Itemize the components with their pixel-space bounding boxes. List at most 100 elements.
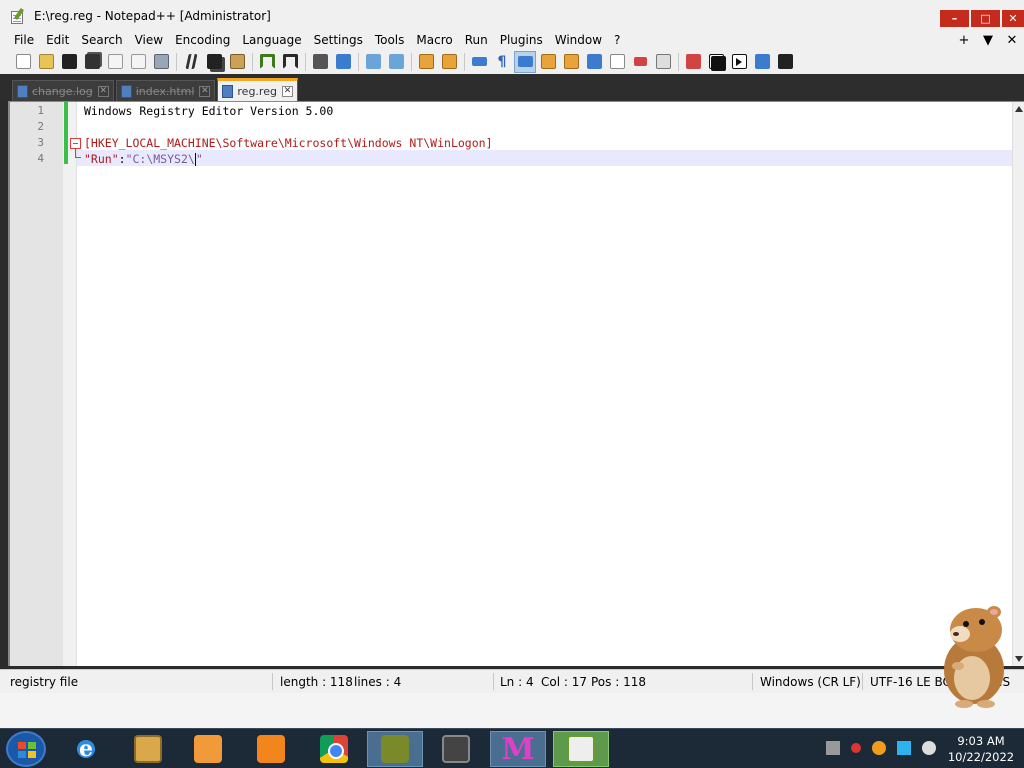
status-lines: lines : 4: [354, 675, 402, 689]
status-eol[interactable]: Windows (CR LF): [760, 675, 861, 689]
notepad-plus-plus-taskbar-icon[interactable]: [553, 731, 609, 767]
monitoring-icon[interactable]: [629, 51, 651, 73]
stop-recording-icon[interactable]: [705, 51, 727, 73]
file-icon: [17, 84, 28, 98]
eye-icon[interactable]: [652, 51, 674, 73]
tab-change-log[interactable]: change.log ✕: [12, 80, 114, 101]
menu-tools[interactable]: Tools: [369, 31, 411, 49]
document-tab-bar: change.log ✕ index.html ✕ reg.reg ✕: [0, 74, 1024, 101]
show-all-characters-icon[interactable]: ¶: [491, 51, 513, 73]
close-icon[interactable]: [104, 51, 126, 73]
registry-separator: :: [118, 152, 126, 166]
menu-help[interactable]: ?: [608, 31, 626, 49]
save-all-icon[interactable]: [81, 51, 103, 73]
window-title: E:\reg.reg - Notepad++ [Administrator]: [34, 8, 271, 23]
maximize-button[interactable]: □: [971, 10, 1000, 27]
document-map-icon[interactable]: [560, 51, 582, 73]
tab-close-icon[interactable]: ✕: [97, 85, 109, 97]
sync-horizontal-icon[interactable]: [438, 51, 460, 73]
new-tab-button[interactable]: +: [952, 33, 976, 48]
redo-icon[interactable]: [279, 51, 301, 73]
google-chrome-icon[interactable]: [306, 731, 362, 767]
close-window-button[interactable]: ✕: [1002, 10, 1024, 27]
tab-list-dropdown[interactable]: ▼: [976, 33, 1000, 48]
zoom-in-icon[interactable]: [362, 51, 384, 73]
menu-macro[interactable]: Macro: [410, 31, 458, 49]
tray-display-icon[interactable]: [897, 741, 911, 755]
menu-plugins[interactable]: Plugins: [494, 31, 549, 49]
scroll-down-arrow[interactable]: [1015, 656, 1023, 662]
hamster-mascot-icon: [944, 606, 1004, 708]
close-all-icon[interactable]: [127, 51, 149, 73]
tray-network-icon[interactable]: [826, 741, 840, 755]
user-language-icon[interactable]: [537, 51, 559, 73]
tray-security-icon[interactable]: [851, 743, 861, 753]
taskbar: e M 9:03 AM 10/22/2022: [0, 728, 1024, 768]
tab-index-html[interactable]: index.html ✕: [115, 80, 216, 101]
tab-close-icon[interactable]: ✕: [199, 85, 211, 97]
cut-icon[interactable]: [180, 51, 202, 73]
save-icon[interactable]: [58, 51, 80, 73]
menu-view[interactable]: View: [129, 31, 169, 49]
toolbar-separator: [252, 52, 253, 71]
fold-collapse-icon[interactable]: [70, 138, 81, 149]
new-file-icon[interactable]: [12, 51, 34, 73]
taskbar-clock[interactable]: 9:03 AM 10/22/2022: [946, 733, 1016, 765]
playback-macro-icon[interactable]: [728, 51, 750, 73]
replace-icon[interactable]: [332, 51, 354, 73]
media-player-icon[interactable]: [180, 731, 236, 767]
file-explorer-icon[interactable]: [120, 731, 176, 767]
uc-browser-icon[interactable]: [243, 731, 299, 767]
close-document-button[interactable]: ✕: [1000, 33, 1024, 48]
line-number: 1: [37, 104, 44, 117]
menu-bar: File Edit Search View Encoding Language …: [0, 31, 1024, 49]
toolbar-separator: [464, 52, 465, 71]
save-macro-icon[interactable]: [774, 51, 796, 73]
record-macro-icon[interactable]: [682, 51, 704, 73]
m-app-icon[interactable]: M: [490, 731, 546, 767]
toolbar-separator: [176, 52, 177, 71]
open-file-icon[interactable]: [35, 51, 57, 73]
word-wrap-icon[interactable]: [468, 51, 490, 73]
tab-close-icon[interactable]: ✕: [281, 85, 293, 97]
menu-settings[interactable]: Settings: [308, 31, 369, 49]
toolbar-separator: [678, 52, 679, 71]
tray-search-icon[interactable]: [872, 741, 886, 755]
menu-run[interactable]: Run: [459, 31, 494, 49]
menu-edit[interactable]: Edit: [40, 31, 75, 49]
scroll-up-arrow[interactable]: [1015, 106, 1023, 112]
internet-explorer-icon[interactable]: e: [58, 731, 114, 767]
box-app-icon[interactable]: [367, 731, 423, 767]
find-icon[interactable]: [309, 51, 331, 73]
tab-reg-reg[interactable]: reg.reg ✕: [217, 78, 298, 101]
menu-file[interactable]: File: [0, 31, 40, 49]
code-line-3: [HKEY_LOCAL_MACHINE\Software\Microsoft\W…: [84, 136, 493, 150]
tray-volume-icon[interactable]: [922, 741, 936, 755]
menu-search[interactable]: Search: [75, 31, 128, 49]
paste-icon[interactable]: [226, 51, 248, 73]
menu-language[interactable]: Language: [236, 31, 307, 49]
editor-area[interactable]: 1 2 3 4 Windows Registry Editor Version …: [8, 101, 1024, 666]
function-list-icon[interactable]: [583, 51, 605, 73]
copy-icon[interactable]: [203, 51, 225, 73]
indent-guide-icon[interactable]: [514, 50, 536, 73]
menu-window[interactable]: Window: [549, 31, 608, 49]
toolbar-separator: [305, 52, 306, 71]
zoom-out-icon[interactable]: [385, 51, 407, 73]
sync-vertical-icon[interactable]: [415, 51, 437, 73]
registry-value-name: "Run": [84, 152, 119, 166]
vertical-scrollbar[interactable]: [1012, 102, 1024, 666]
print-icon[interactable]: [150, 51, 172, 73]
clock-app-icon[interactable]: [428, 731, 484, 767]
clock-time: 9:03 AM: [957, 734, 1005, 748]
clock-date: 10/22/2022: [947, 750, 1015, 764]
windows-start-button[interactable]: [6, 731, 46, 767]
undo-icon[interactable]: [256, 51, 278, 73]
run-macro-multiple-icon[interactable]: [751, 51, 773, 73]
toolbar: ¶: [0, 49, 1024, 74]
registry-value-data: "C:\MSYS2\: [125, 152, 195, 166]
minimize-button[interactable]: –: [940, 10, 969, 27]
folder-as-workspace-icon[interactable]: [606, 51, 628, 73]
menu-encoding[interactable]: Encoding: [169, 31, 236, 49]
registry-value-end: ": [195, 152, 203, 166]
